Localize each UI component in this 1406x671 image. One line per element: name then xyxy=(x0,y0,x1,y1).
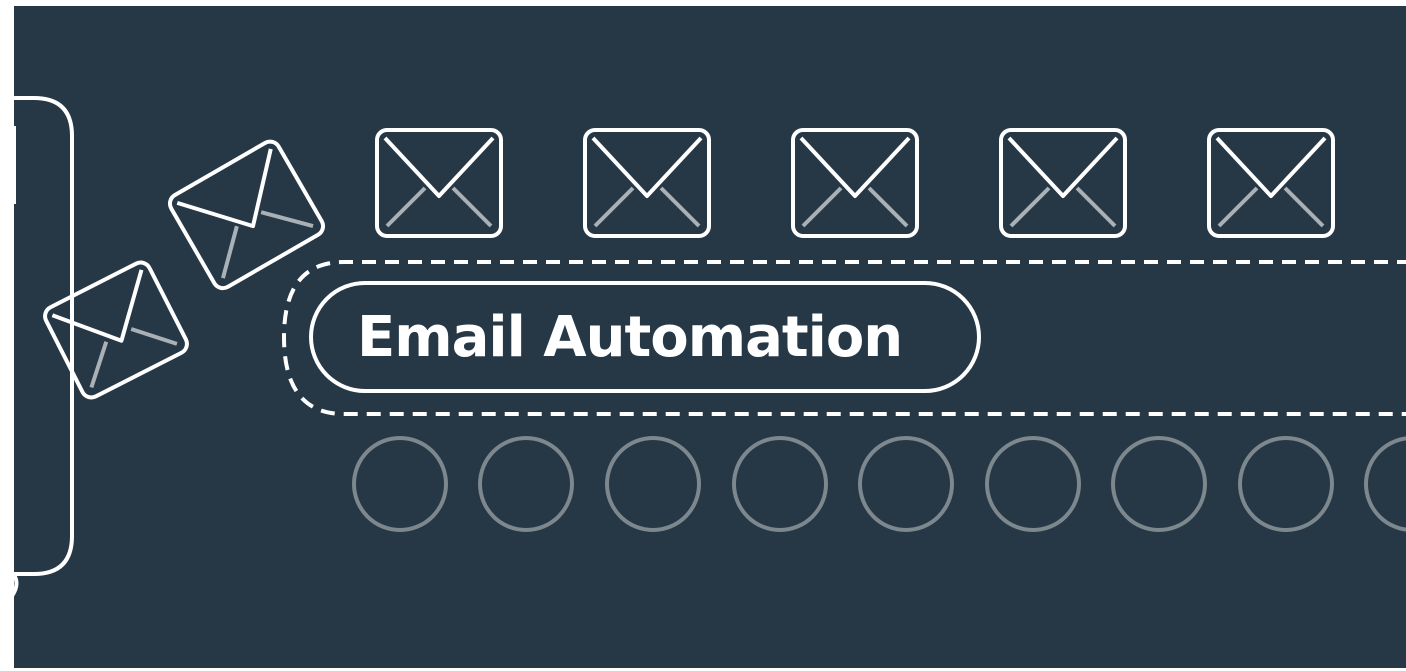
device-outline xyxy=(14,96,74,597)
circle-outline-icon xyxy=(1238,436,1334,532)
envelope-icon xyxy=(791,128,919,238)
circle-outline-icon xyxy=(858,436,954,532)
email-automation-banner: Email Automation xyxy=(14,6,1406,668)
banner-title: Email Automation xyxy=(357,304,903,370)
queue-tokens xyxy=(352,436,1406,532)
envelope-icon xyxy=(999,128,1127,238)
circle-outline-icon xyxy=(605,436,701,532)
title-pill: Email Automation xyxy=(309,281,981,393)
circle-outline-icon xyxy=(1364,436,1406,532)
circle-outline-icon xyxy=(478,436,574,532)
flying-envelope-large xyxy=(164,135,329,294)
circle-outline-icon xyxy=(732,436,828,532)
flying-envelope-small xyxy=(43,260,189,400)
circle-outline-icon xyxy=(985,436,1081,532)
envelope-icon xyxy=(583,128,711,238)
circle-outline-icon xyxy=(1111,436,1207,532)
envelope-icon xyxy=(375,128,503,238)
circle-outline-icon xyxy=(352,436,448,532)
envelope-icon xyxy=(1207,128,1335,238)
